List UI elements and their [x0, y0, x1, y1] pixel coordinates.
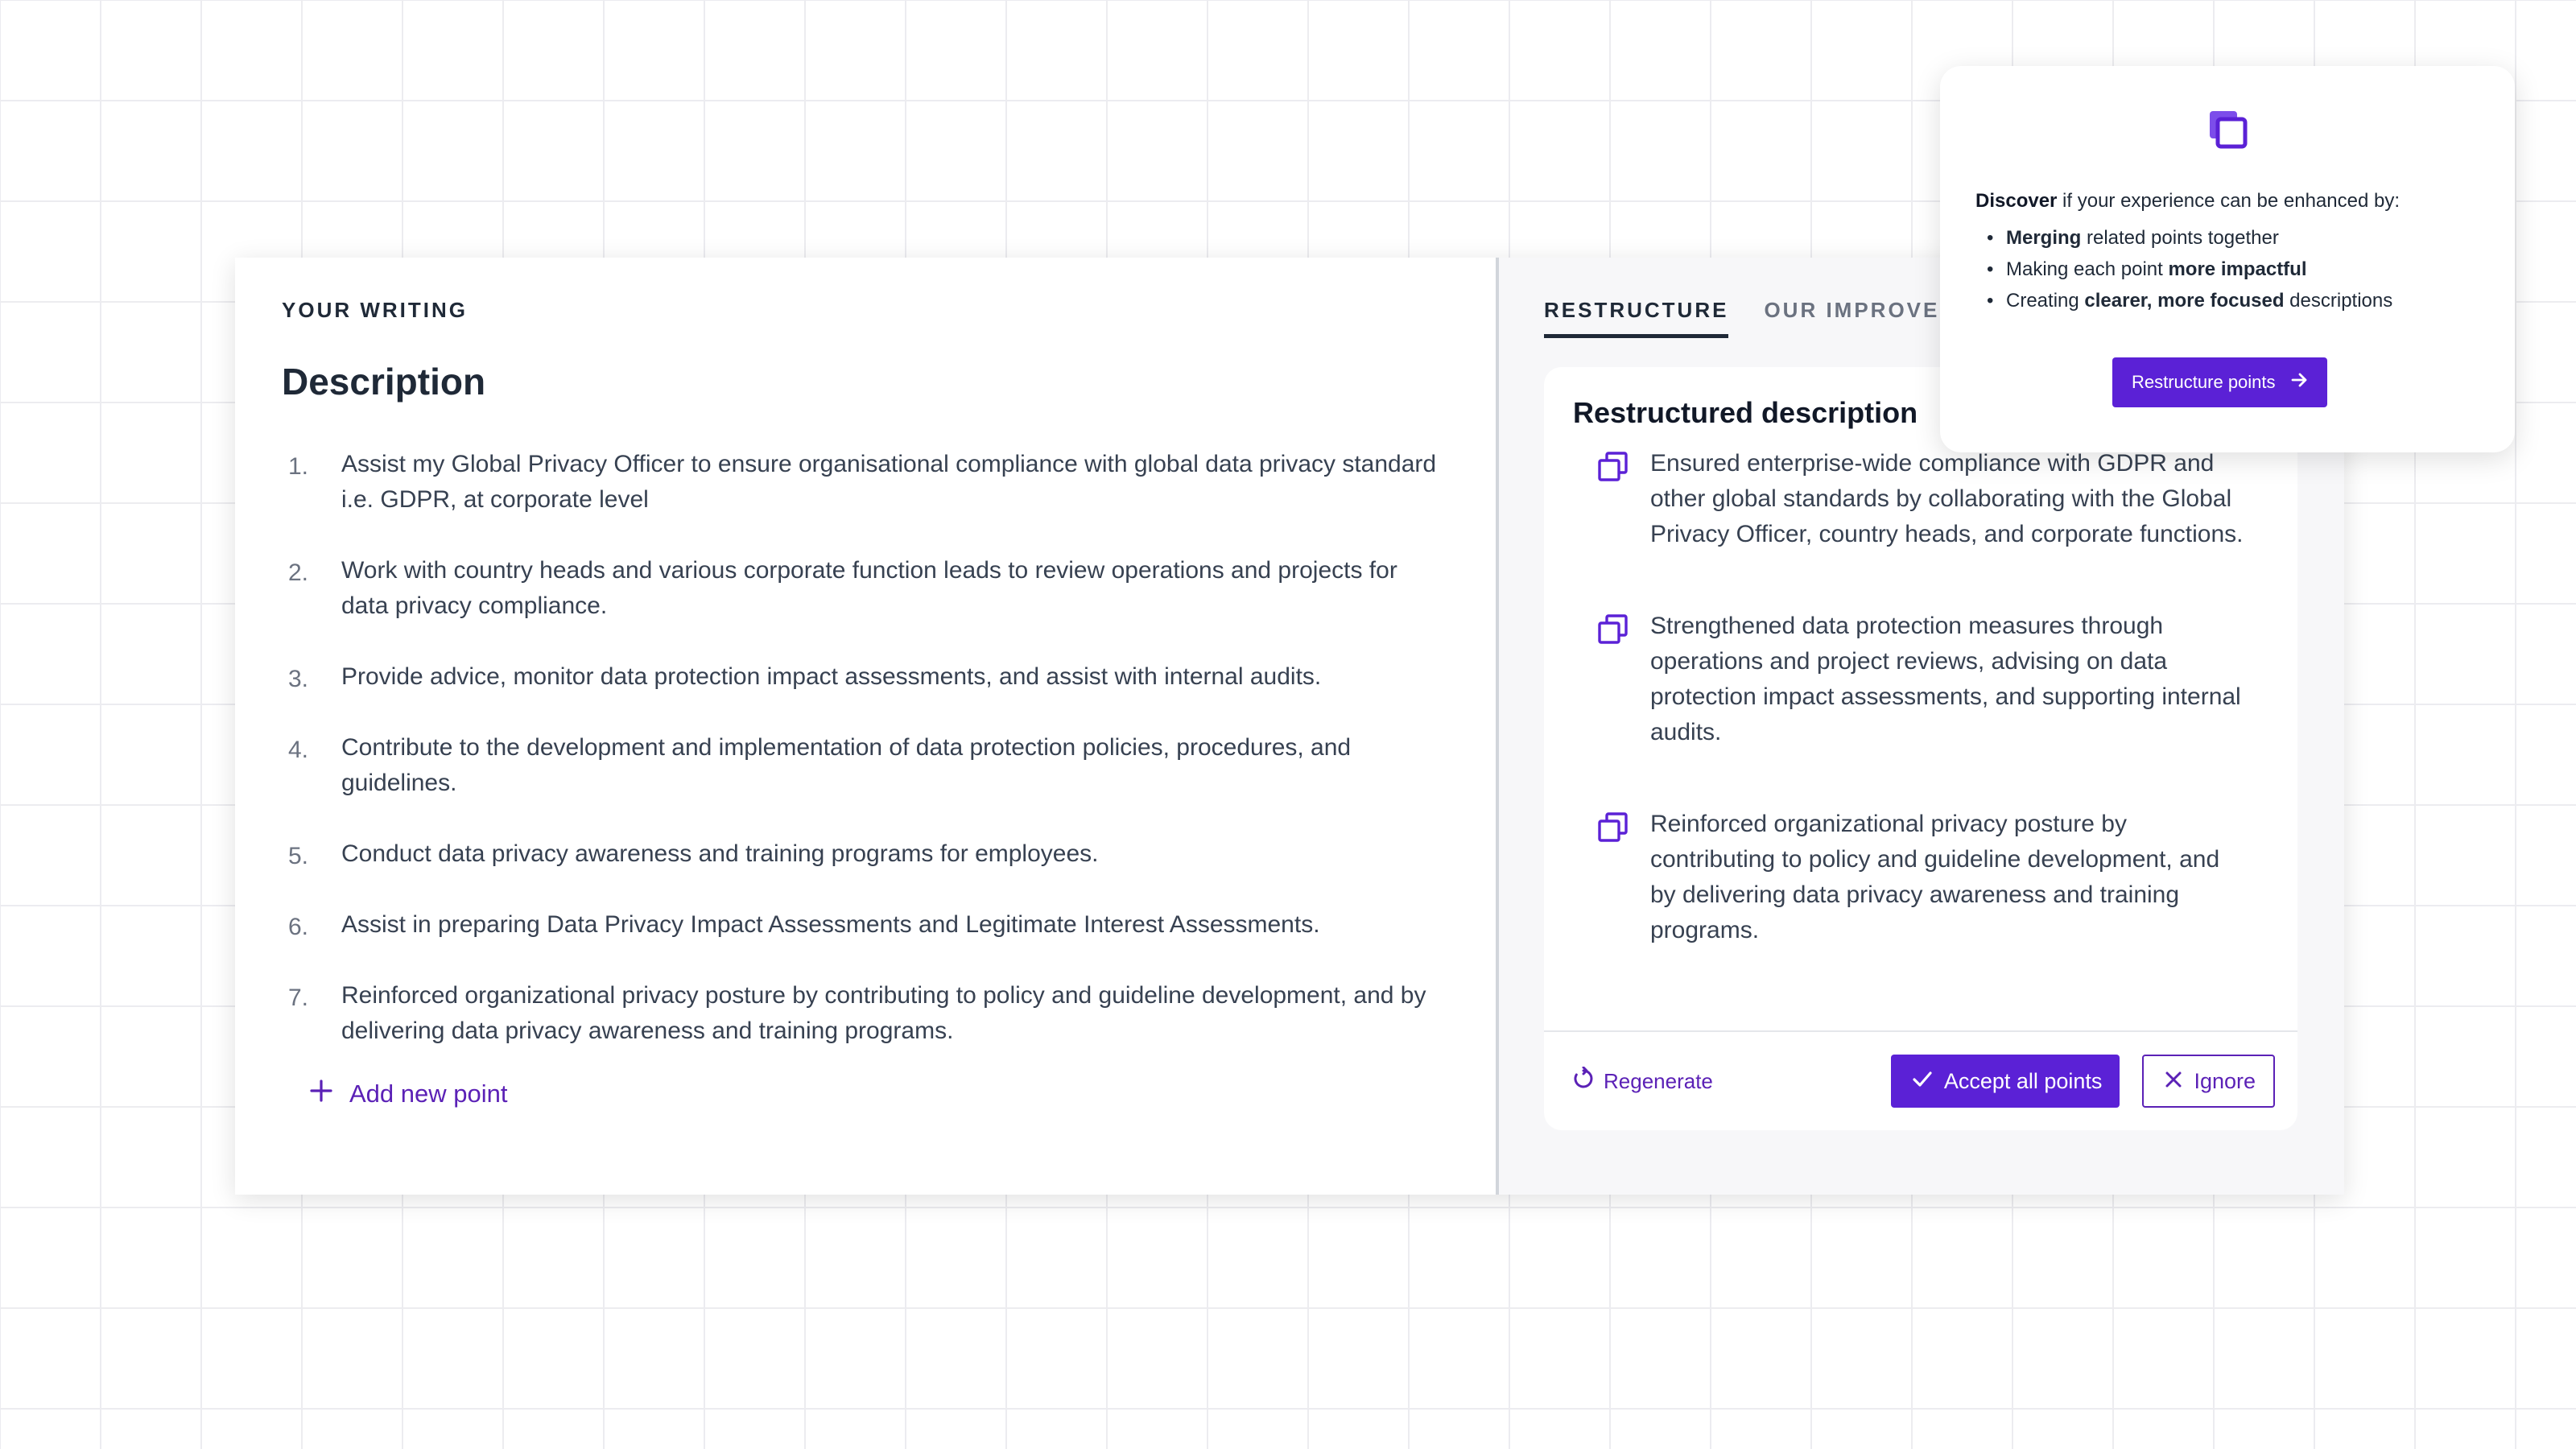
restructure-points-label: Restructure points — [2132, 372, 2276, 392]
list-item[interactable]: 5. Conduct data privacy awareness and tr… — [282, 836, 1449, 872]
bullet-text: Creating — [2006, 290, 2085, 312]
restructured-point: Reinforced organizational privacy postur… — [1573, 807, 2268, 948]
list-item-text[interactable]: Provide advice, monitor data protection … — [341, 659, 1444, 695]
list-item-number: 6. — [288, 914, 309, 940]
tooltip-bullet: • Making each point more impactful — [1975, 254, 2479, 285]
restructure-points-button[interactable]: Restructure points — [2112, 357, 2327, 407]
list-item[interactable]: 7. Reinforced organizational privacy pos… — [282, 978, 1449, 1049]
bullet-text: related points together — [2081, 227, 2279, 249]
list-item-text[interactable]: Contribute to the development and implem… — [341, 730, 1444, 801]
tooltip-bullet: • Merging related points together — [1975, 222, 2479, 254]
regenerate-button[interactable]: Regenerate — [1571, 1066, 1713, 1096]
description-list: 1. Assist my Global Privacy Officer to e… — [282, 447, 1449, 1049]
tab-restructure[interactable]: RESTRUCTURE — [1544, 298, 1729, 338]
restructure-tooltip: Discover if your experience can be enhan… — [1940, 66, 2515, 452]
tooltip-intro: Discover if your experience can be enhan… — [1975, 190, 2479, 213]
list-item-number: 2. — [288, 559, 309, 586]
list-item-text[interactable]: Assist my Global Privacy Officer to ensu… — [341, 447, 1444, 518]
list-item-number: 4. — [288, 737, 309, 763]
list-item-text[interactable]: Reinforced organizational privacy postur… — [341, 978, 1444, 1049]
bullet-dot: • — [1987, 290, 1994, 312]
list-item-text[interactable]: Assist in preparing Data Privacy Impact … — [341, 907, 1444, 943]
tooltip-bullet: • Creating clearer, more focused descrip… — [1975, 285, 2479, 316]
add-new-point-label: Add new point — [349, 1080, 508, 1108]
tooltip-intro-bold: Discover — [1975, 190, 2058, 212]
refresh-icon — [1571, 1066, 1604, 1096]
list-item-number: 7. — [288, 985, 309, 1011]
add-new-point-button[interactable]: Add new point — [309, 1079, 507, 1109]
list-item-text[interactable]: Conduct data privacy awareness and train… — [341, 836, 1444, 872]
your-writing-heading: YOUR WRITING — [282, 298, 468, 322]
restructured-point-text: Strengthened data protection measures th… — [1650, 613, 2241, 745]
bullet-bold: more impactful — [2168, 258, 2307, 280]
restructure-actions: Regenerate Accept all points Ignore — [1544, 1030, 2297, 1130]
accept-all-points-label: Accept all points — [1943, 1068, 2103, 1093]
restructured-point-text: Reinforced organizational privacy postur… — [1650, 811, 2220, 943]
description-title: Description — [282, 361, 486, 402]
copy-icon — [1573, 446, 1650, 552]
list-item[interactable]: 1. Assist my Global Privacy Officer to e… — [282, 447, 1449, 518]
list-item[interactable]: 4. Contribute to the development and imp… — [282, 730, 1449, 801]
your-writing-panel: YOUR WRITING Description 1. Assist my Gl… — [235, 258, 1499, 1195]
regenerate-label: Regenerate — [1604, 1068, 1713, 1093]
tooltip-intro-rest: if your experience can be enhanced by: — [2057, 190, 2401, 212]
bullet-dot: • — [1987, 227, 1994, 249]
restructured-description-card: Restructured description Ensured enterpr… — [1544, 367, 2297, 1130]
list-item-text[interactable]: Work with country heads and various corp… — [341, 553, 1444, 624]
copy-icon — [1573, 807, 1650, 948]
accept-all-points-button[interactable]: Accept all points — [1890, 1055, 2120, 1108]
restructured-point: Strengthened data protection measures th… — [1573, 609, 2268, 750]
restructured-point-text: Ensured enterprise-wide compliance with … — [1650, 450, 2244, 547]
bullet-dot: • — [1987, 258, 1994, 280]
list-item[interactable]: 3. Provide advice, monitor data protecti… — [282, 659, 1449, 695]
arrow-right-icon — [2276, 371, 2308, 394]
ignore-label: Ignore — [2194, 1068, 2256, 1093]
close-icon — [2165, 1069, 2194, 1094]
list-item[interactable]: 2. Work with country heads and various c… — [282, 553, 1449, 624]
plus-icon — [309, 1079, 349, 1109]
bullet-text: descriptions — [2284, 290, 2393, 312]
list-item-number: 1. — [288, 453, 309, 480]
restructure-icon — [1975, 106, 2479, 155]
bullet-bold: clearer, more focused — [2084, 290, 2285, 312]
list-item-number: 5. — [288, 843, 309, 869]
ignore-button[interactable]: Ignore — [2142, 1055, 2275, 1108]
list-item-number: 3. — [288, 666, 309, 692]
check-icon — [1912, 1068, 1944, 1095]
bullet-bold: Merging — [2006, 227, 2082, 249]
bullet-text: Making each point — [2006, 258, 2169, 280]
list-item[interactable]: 6. Assist in preparing Data Privacy Impa… — [282, 907, 1449, 943]
tooltip-bullets: • Merging related points together • Maki… — [1975, 222, 2479, 316]
restructured-point: Ensured enterprise-wide compliance with … — [1573, 446, 2268, 552]
copy-icon — [1573, 609, 1650, 750]
